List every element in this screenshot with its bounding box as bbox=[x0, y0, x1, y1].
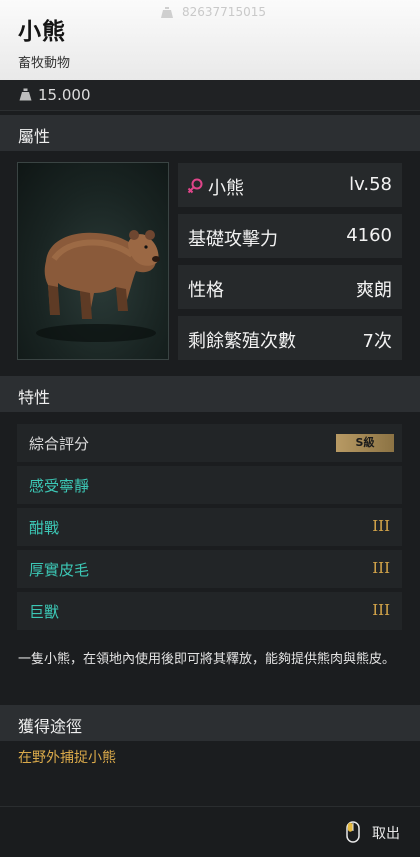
item-title: 小熊 bbox=[18, 19, 66, 45]
weight-value: 15.000 bbox=[38, 86, 91, 104]
creature-portrait bbox=[17, 162, 169, 360]
item-header: 82637715015 小熊 畜牧動物 bbox=[0, 0, 420, 80]
trait-name: 酣戰 bbox=[29, 519, 60, 537]
weight-icon bbox=[19, 88, 32, 101]
breeding-label: 剩餘繁殖次數 bbox=[188, 331, 296, 352]
trait-name: 巨獸 bbox=[29, 603, 60, 621]
rating-badge: S級 bbox=[336, 434, 394, 452]
trait-row[interactable]: 感受寧靜 bbox=[17, 466, 402, 504]
traits-heading-label: 特性 bbox=[18, 388, 51, 407]
stat-name-level: 小熊 lv.58 bbox=[178, 163, 402, 207]
trait-rank: III bbox=[372, 517, 390, 535]
personality-label: 性格 bbox=[188, 280, 224, 301]
overall-rating-label: 綜合評分 bbox=[29, 435, 90, 453]
overall-rating-row: 綜合評分 S級 bbox=[17, 424, 402, 462]
footer-bar: 取出 bbox=[0, 806, 420, 857]
traits-heading: 特性 bbox=[0, 376, 420, 412]
trait-row[interactable]: 酣戰 III bbox=[17, 508, 402, 546]
creature-level: lv.58 bbox=[349, 174, 392, 195]
attributes-heading: 屬性 bbox=[0, 115, 420, 151]
personality-value: 爽朗 bbox=[356, 280, 392, 301]
female-icon bbox=[187, 178, 203, 194]
bear-image bbox=[36, 230, 160, 342]
stat-breeding-count: 剩餘繁殖次數 7次 bbox=[178, 316, 402, 360]
ghost-overlay: 82637715015 bbox=[160, 5, 266, 19]
ghost-text: 82637715015 bbox=[182, 5, 266, 19]
trait-rank: III bbox=[372, 601, 390, 619]
weight-icon bbox=[161, 7, 173, 18]
acquisition-text: 在野外捕捉小熊 bbox=[18, 750, 116, 766]
stat-personality: 性格 爽朗 bbox=[178, 265, 402, 309]
stat-base-attack: 基礎攻擊力 4160 bbox=[178, 214, 402, 258]
acquisition-heading-label: 獲得途徑 bbox=[18, 717, 83, 736]
acquisition-heading: 獲得途徑 bbox=[0, 705, 420, 741]
mouse-icon bbox=[346, 821, 360, 843]
trait-name: 厚實皮毛 bbox=[29, 561, 90, 579]
weight-row: 15.000 bbox=[0, 80, 420, 111]
base-attack-label: 基礎攻擊力 bbox=[188, 229, 278, 250]
base-attack-value: 4160 bbox=[346, 225, 392, 246]
item-category: 畜牧動物 bbox=[18, 56, 71, 71]
trait-row[interactable]: 巨獸 III bbox=[17, 592, 402, 630]
breeding-value: 7次 bbox=[362, 331, 392, 352]
trait-row[interactable]: 厚實皮毛 III bbox=[17, 550, 402, 588]
attributes-heading-label: 屬性 bbox=[18, 127, 51, 146]
take-out-button[interactable]: 取出 bbox=[372, 823, 400, 843]
trait-rank: III bbox=[372, 559, 390, 577]
item-description: 一隻小熊，在領地內使用後即可將其釋放，能夠提供熊肉與熊皮。 bbox=[18, 652, 396, 667]
trait-name: 感受寧靜 bbox=[29, 477, 90, 495]
creature-name: 小熊 bbox=[208, 178, 244, 199]
